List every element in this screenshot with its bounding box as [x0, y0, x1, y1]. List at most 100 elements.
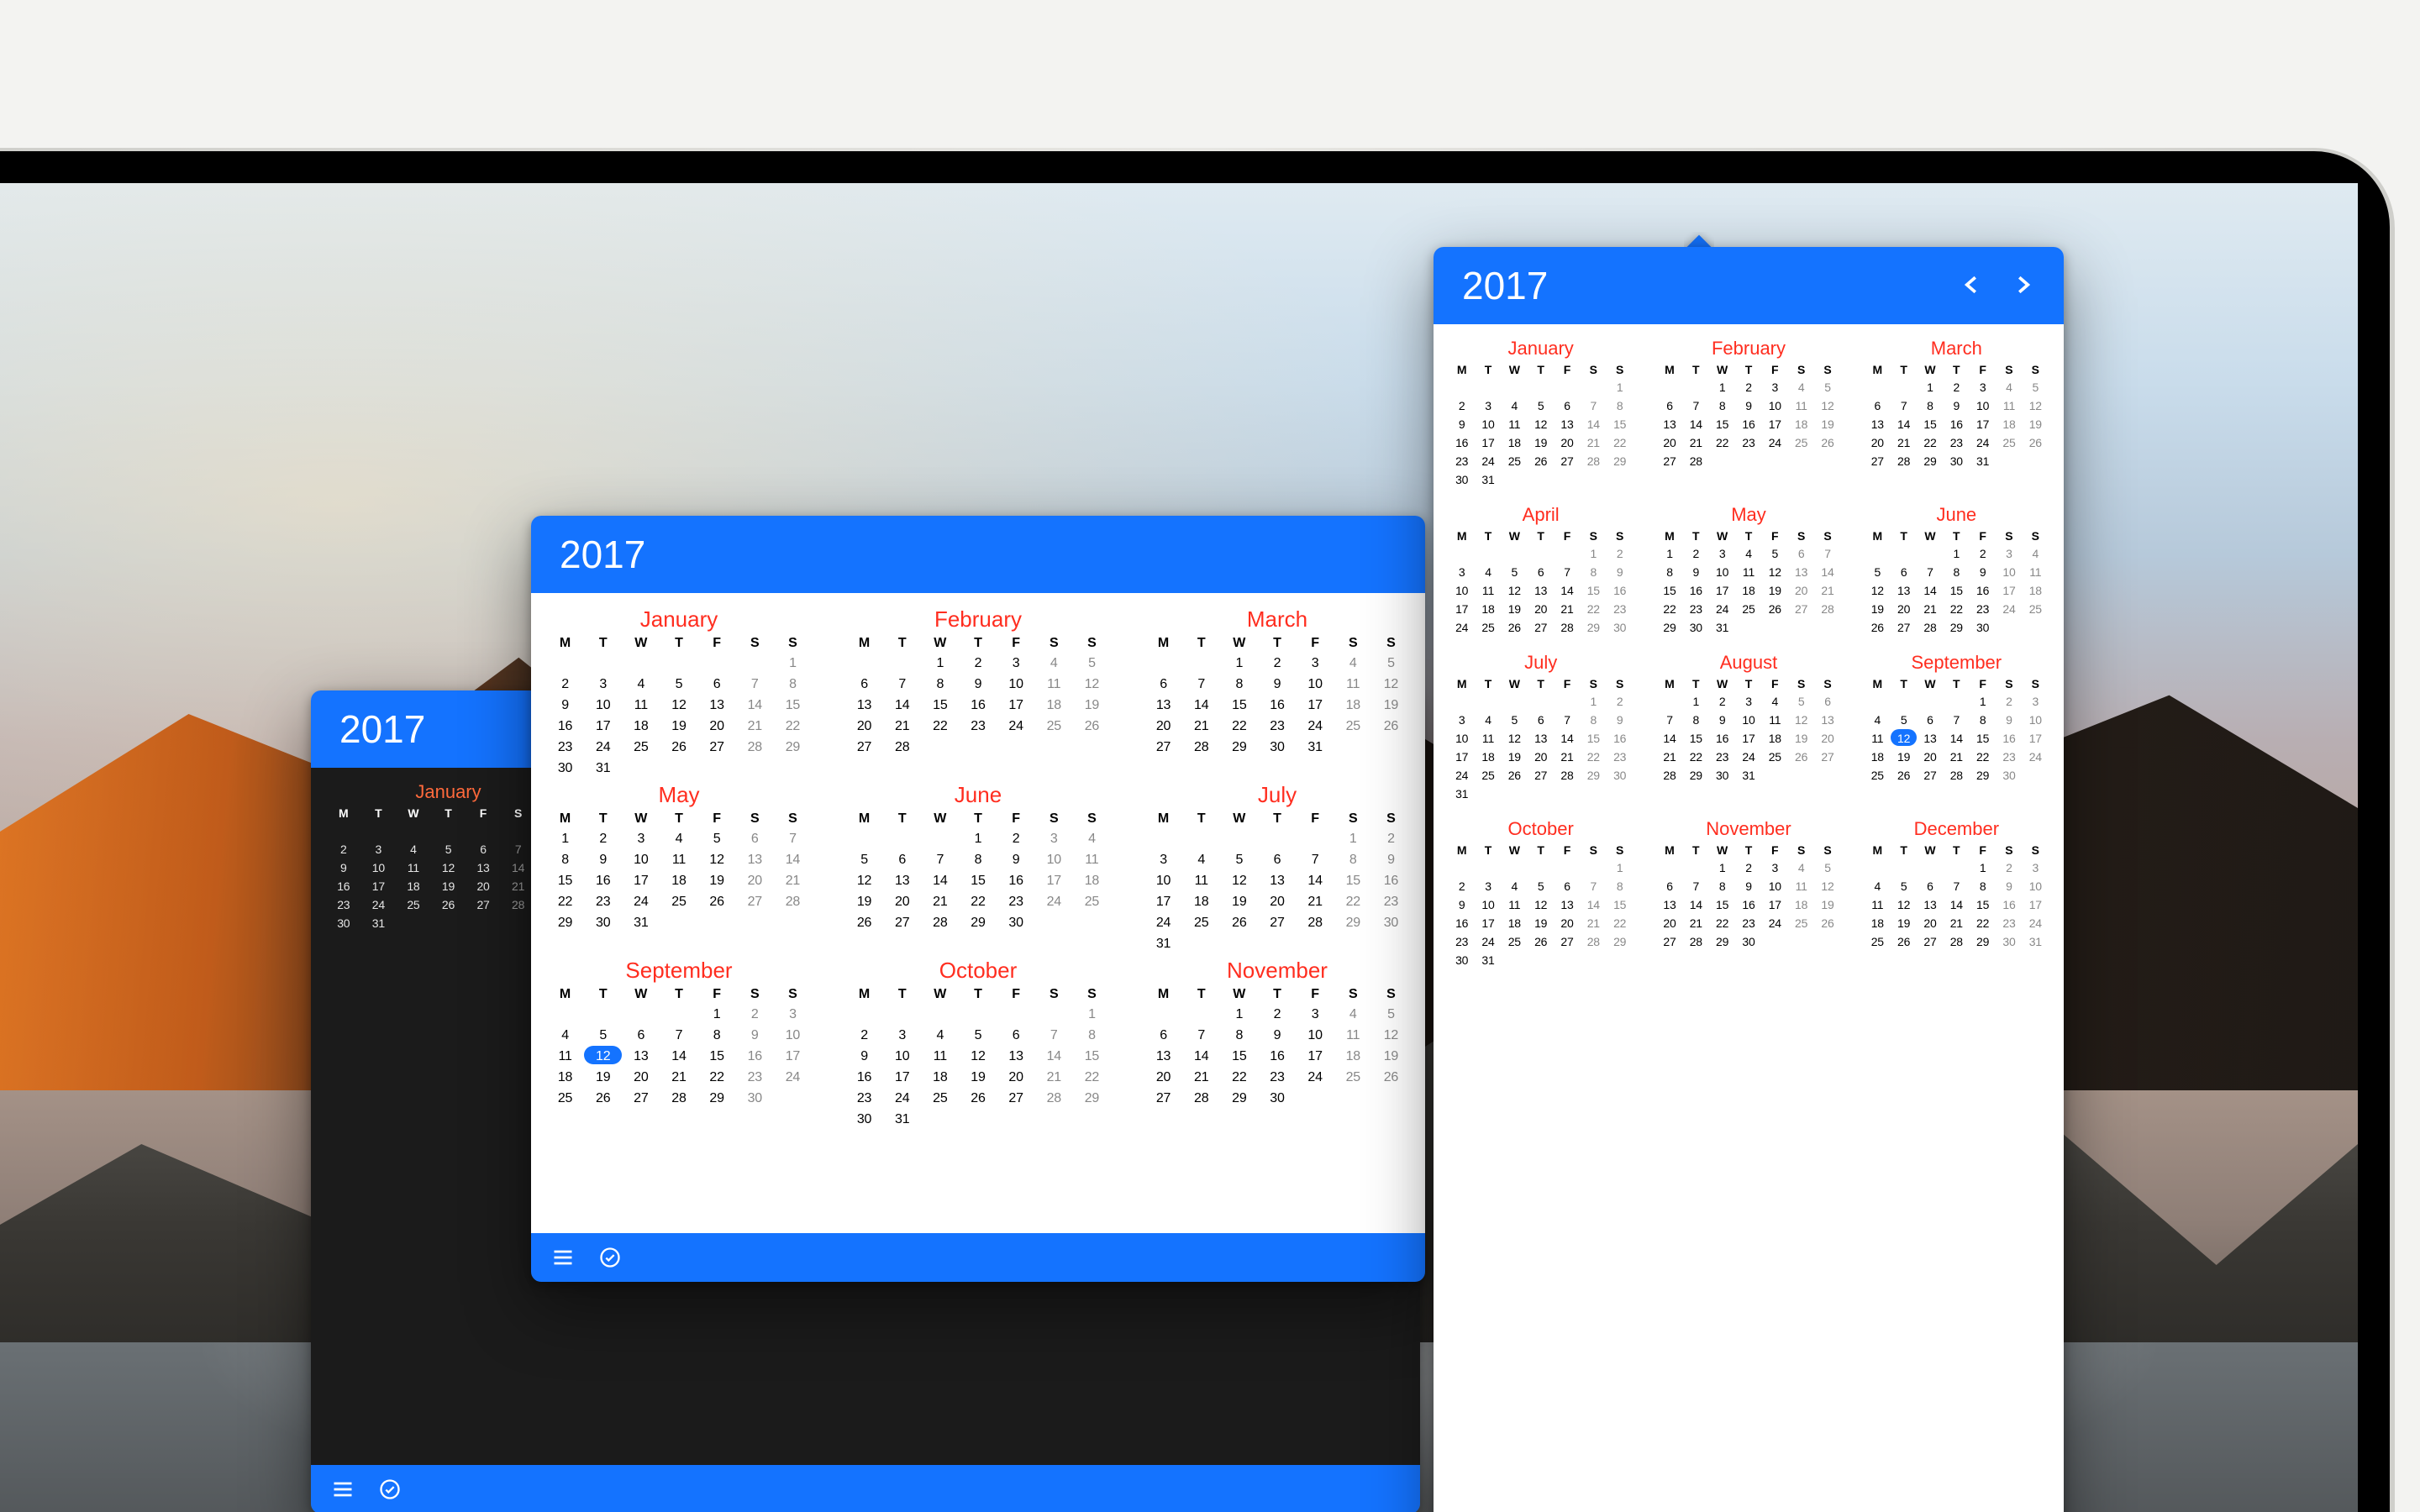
- day-cell[interactable]: 30: [845, 1109, 883, 1130]
- day-cell[interactable]: 9: [1258, 674, 1296, 695]
- day-cell[interactable]: 18: [1788, 895, 1814, 914]
- day-cell[interactable]: 8: [1970, 711, 1996, 729]
- day-cell[interactable]: 15: [921, 695, 959, 716]
- day-cell[interactable]: 17: [1709, 581, 1735, 600]
- day-cell[interactable]: 20: [698, 716, 736, 737]
- day-cell[interactable]: 8: [546, 849, 584, 870]
- day-cell[interactable]: 23: [326, 895, 361, 914]
- day-cell[interactable]: 18: [1073, 870, 1111, 891]
- day-cell[interactable]: 23: [959, 716, 997, 737]
- day-cell[interactable]: 11: [1762, 711, 1788, 729]
- day-cell[interactable]: 17: [361, 877, 397, 895]
- day-cell[interactable]: 12: [1073, 674, 1111, 695]
- day-cell[interactable]: 17: [1297, 1046, 1334, 1067]
- today-cell[interactable]: 12: [584, 1046, 622, 1064]
- day-cell[interactable]: 31: [1475, 951, 1501, 969]
- day-cell[interactable]: 14: [1554, 729, 1580, 748]
- day-cell[interactable]: 28: [1683, 452, 1709, 470]
- day-cell[interactable]: 21: [1297, 891, 1334, 912]
- day-cell[interactable]: 5: [698, 828, 736, 849]
- day-cell[interactable]: 24: [1035, 891, 1073, 912]
- day-cell[interactable]: 28: [1297, 912, 1334, 933]
- day-cell[interactable]: 26: [1220, 912, 1258, 933]
- day-cell[interactable]: 10: [997, 674, 1035, 695]
- day-cell[interactable]: 18: [1788, 415, 1814, 433]
- day-cell[interactable]: 11: [921, 1046, 959, 1067]
- day-cell[interactable]: 17: [1035, 870, 1073, 891]
- day-cell[interactable]: 23: [1970, 600, 1996, 618]
- day-cell[interactable]: 6: [883, 849, 921, 870]
- day-cell[interactable]: 23: [736, 1067, 774, 1088]
- day-cell[interactable]: 9: [1607, 563, 1633, 581]
- day-cell[interactable]: 28: [921, 912, 959, 933]
- day-cell[interactable]: 13: [1656, 415, 1682, 433]
- day-cell[interactable]: 30: [1258, 1088, 1296, 1109]
- day-cell[interactable]: 18: [660, 870, 697, 891]
- day-cell[interactable]: 11: [1788, 877, 1814, 895]
- day-cell[interactable]: 13: [1917, 895, 1943, 914]
- day-cell[interactable]: 7: [1182, 1025, 1220, 1046]
- day-cell[interactable]: 22: [1220, 716, 1258, 737]
- day-cell[interactable]: 8: [959, 849, 997, 870]
- day-cell[interactable]: 27: [883, 912, 921, 933]
- day-cell[interactable]: 11: [2023, 563, 2049, 581]
- day-cell[interactable]: 5: [845, 849, 883, 870]
- day-cell[interactable]: 7: [1683, 396, 1709, 415]
- day-cell[interactable]: 6: [1814, 692, 1840, 711]
- day-cell[interactable]: 10: [883, 1046, 921, 1067]
- day-cell[interactable]: 3: [1762, 858, 1788, 877]
- day-cell[interactable]: 20: [1917, 914, 1943, 932]
- day-cell[interactable]: 1: [1581, 692, 1607, 711]
- day-cell[interactable]: 16: [1996, 895, 2022, 914]
- day-cell[interactable]: 23: [1258, 1067, 1296, 1088]
- day-cell[interactable]: 23: [997, 891, 1035, 912]
- day-cell[interactable]: 21: [774, 870, 812, 891]
- day-cell[interactable]: 29: [774, 737, 812, 758]
- day-cell[interactable]: 10: [1709, 563, 1735, 581]
- day-cell[interactable]: 9: [1996, 711, 2022, 729]
- day-cell[interactable]: 1: [1970, 692, 1996, 711]
- day-cell[interactable]: 16: [584, 870, 622, 891]
- day-cell[interactable]: 28: [1944, 932, 1970, 951]
- day-cell[interactable]: 6: [845, 674, 883, 695]
- day-cell[interactable]: 25: [1788, 433, 1814, 452]
- day-cell[interactable]: 28: [1182, 1088, 1220, 1109]
- day-cell[interactable]: 22: [1709, 914, 1735, 932]
- day-cell[interactable]: 20: [1258, 891, 1296, 912]
- day-cell[interactable]: 31: [1735, 766, 1761, 785]
- day-cell[interactable]: 26: [1502, 766, 1528, 785]
- day-cell[interactable]: 13: [698, 695, 736, 716]
- day-cell[interactable]: 12: [1528, 415, 1554, 433]
- day-cell[interactable]: 3: [2023, 692, 2049, 711]
- day-cell[interactable]: 27: [1814, 748, 1840, 766]
- day-cell[interactable]: 16: [1607, 729, 1633, 748]
- day-cell[interactable]: 12: [660, 695, 697, 716]
- day-cell[interactable]: 6: [1917, 877, 1943, 895]
- day-cell[interactable]: 10: [1735, 711, 1761, 729]
- menu-icon[interactable]: [329, 1476, 356, 1503]
- day-cell[interactable]: 14: [921, 870, 959, 891]
- day-cell[interactable]: 11: [660, 849, 697, 870]
- day-cell[interactable]: 1: [1607, 378, 1633, 396]
- day-cell[interactable]: 23: [1607, 748, 1633, 766]
- day-cell[interactable]: 21: [1182, 1067, 1220, 1088]
- day-cell[interactable]: 8: [1220, 1025, 1258, 1046]
- day-cell[interactable]: 22: [698, 1067, 736, 1088]
- day-cell[interactable]: 8: [774, 674, 812, 695]
- day-cell[interactable]: 22: [1709, 433, 1735, 452]
- day-cell[interactable]: 24: [1762, 433, 1788, 452]
- day-cell[interactable]: 19: [845, 891, 883, 912]
- day-cell[interactable]: 7: [883, 674, 921, 695]
- day-cell[interactable]: 26: [1865, 618, 1891, 637]
- day-cell[interactable]: 20: [1656, 433, 1682, 452]
- day-cell[interactable]: 13: [1788, 563, 1814, 581]
- day-cell[interactable]: 20: [1917, 748, 1943, 766]
- day-cell[interactable]: 17: [1144, 891, 1182, 912]
- day-cell[interactable]: 30: [997, 912, 1035, 933]
- day-cell[interactable]: 28: [1554, 766, 1580, 785]
- day-cell[interactable]: 29: [1581, 766, 1607, 785]
- day-cell[interactable]: 3: [997, 653, 1035, 674]
- day-cell[interactable]: 24: [1449, 766, 1475, 785]
- day-cell[interactable]: 9: [1683, 563, 1709, 581]
- day-cell[interactable]: 2: [1449, 877, 1475, 895]
